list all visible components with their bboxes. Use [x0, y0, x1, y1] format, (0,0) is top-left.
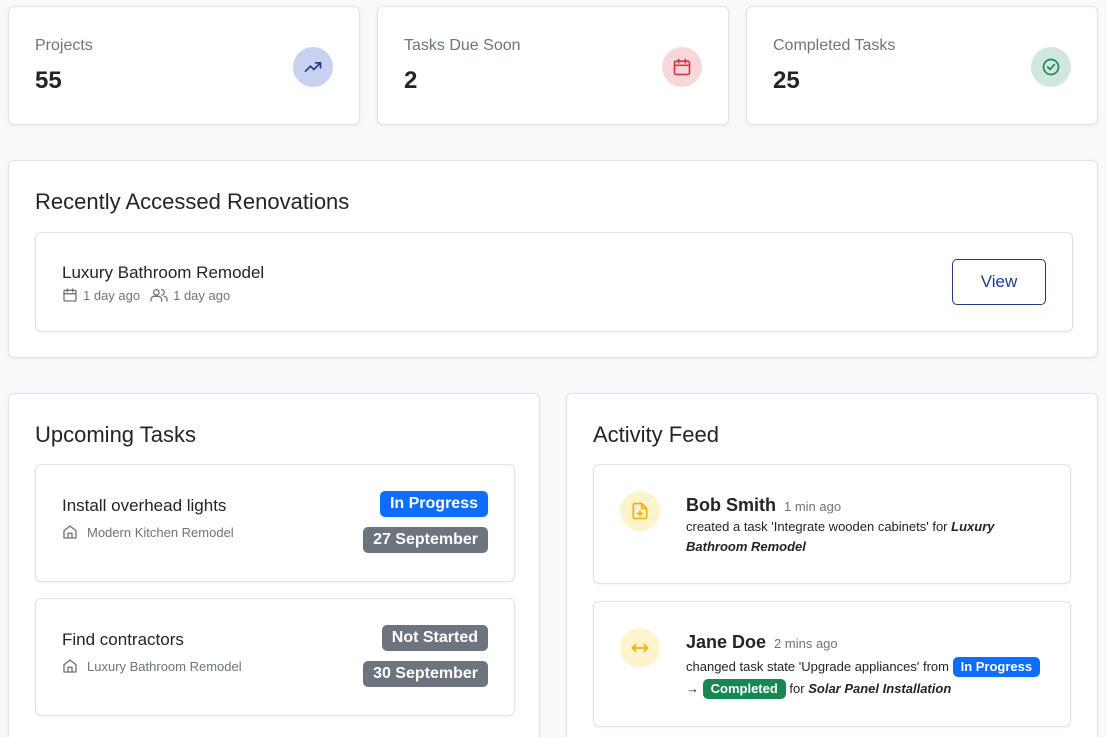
stat-card-projects: Projects 55	[8, 6, 360, 125]
status-badge: Not Started	[381, 625, 488, 651]
stat-label: Projects	[35, 37, 93, 54]
arrows-horizontal-icon	[620, 628, 660, 668]
task-project-name: Luxury Bathroom Remodel	[87, 658, 242, 674]
section-title: Recently Accessed Renovations	[35, 189, 350, 214]
due-date-badge: 27 September	[363, 527, 488, 553]
check-circle-icon	[1031, 47, 1071, 87]
activity-feed-panel: Activity Feed Bob Smith 1 min ago create…	[566, 393, 1098, 737]
feed-time: 1 min ago	[784, 499, 842, 514]
users-icon	[150, 289, 168, 302]
task-title: Install overhead lights	[62, 496, 227, 515]
stat-card-completed: Completed Tasks 25	[746, 6, 1098, 125]
view-button[interactable]: View	[952, 259, 1046, 305]
task-item[interactable]: Find contractors Luxury Bathroom Remodel…	[35, 598, 515, 716]
trending-up-icon	[293, 47, 333, 87]
stat-value: 25	[773, 67, 800, 94]
renovation-name[interactable]: Luxury Bathroom Remodel	[62, 263, 264, 283]
updated-time: 1 day ago	[83, 287, 141, 303]
calendar-icon	[63, 288, 77, 302]
feed-for: for	[789, 681, 805, 696]
due-date-badge: 30 September	[363, 661, 488, 687]
calendar-icon	[662, 47, 702, 87]
status-badge: In Progress	[379, 491, 488, 517]
feed-project[interactable]: Solar Panel Installation	[808, 681, 951, 696]
home-icon	[63, 525, 77, 539]
feed-header: Bob Smith 1 min ago	[686, 495, 841, 516]
stat-label: Completed Tasks	[773, 37, 896, 54]
feed-user[interactable]: Jane Doe	[686, 632, 766, 653]
feed-text: created a task 'Integrate wooden cabinet…	[686, 517, 1044, 557]
section-title: Activity Feed	[593, 422, 719, 447]
section-title: Upcoming Tasks	[35, 422, 196, 447]
feed-text: changed task state 'Upgrade appliances' …	[686, 656, 1044, 700]
task-project: Luxury Bathroom Remodel	[62, 658, 242, 674]
task-title: Find contractors	[62, 630, 184, 649]
feed-header: Jane Doe 2 mins ago	[686, 632, 838, 653]
renovation-item: Luxury Bathroom Remodel 1 day ago 1 day …	[35, 232, 1073, 332]
task-project-name: Modern Kitchen Remodel	[87, 524, 234, 540]
file-plus-icon	[620, 491, 660, 531]
feed-user[interactable]: Bob Smith	[686, 495, 776, 516]
stat-card-tasks-due: Tasks Due Soon 2	[377, 6, 729, 125]
feed-time: 2 mins ago	[774, 636, 838, 651]
status-pill-to: Completed	[702, 679, 786, 699]
members-time: 1 day ago	[173, 287, 231, 303]
recent-renovations-panel: Recently Accessed Renovations Luxury Bat…	[8, 160, 1098, 358]
feed-action: created a task 'Integrate wooden cabinet…	[686, 519, 948, 534]
stat-value: 2	[404, 67, 418, 94]
upcoming-tasks-panel: Upcoming Tasks Install overhead lights M…	[8, 393, 540, 737]
arrow-right-icon: →	[686, 681, 699, 696]
stat-label: Tasks Due Soon	[404, 37, 521, 54]
home-icon	[63, 659, 77, 673]
status-pill-from: In Progress	[952, 657, 1041, 677]
renovation-meta: 1 day ago 1 day ago	[62, 287, 230, 303]
task-project: Modern Kitchen Remodel	[62, 524, 234, 540]
stat-value: 55	[35, 67, 62, 94]
feed-item: Bob Smith 1 min ago created a task 'Inte…	[593, 464, 1071, 584]
task-item[interactable]: Install overhead lights Modern Kitchen R…	[35, 464, 515, 582]
feed-item: Jane Doe 2 mins ago changed task state '…	[593, 601, 1071, 727]
feed-action: changed task state 'Upgrade appliances' …	[686, 659, 949, 674]
dashboard: Projects 55 Tasks Due Soon 2 Completed T…	[0, 0, 1107, 737]
